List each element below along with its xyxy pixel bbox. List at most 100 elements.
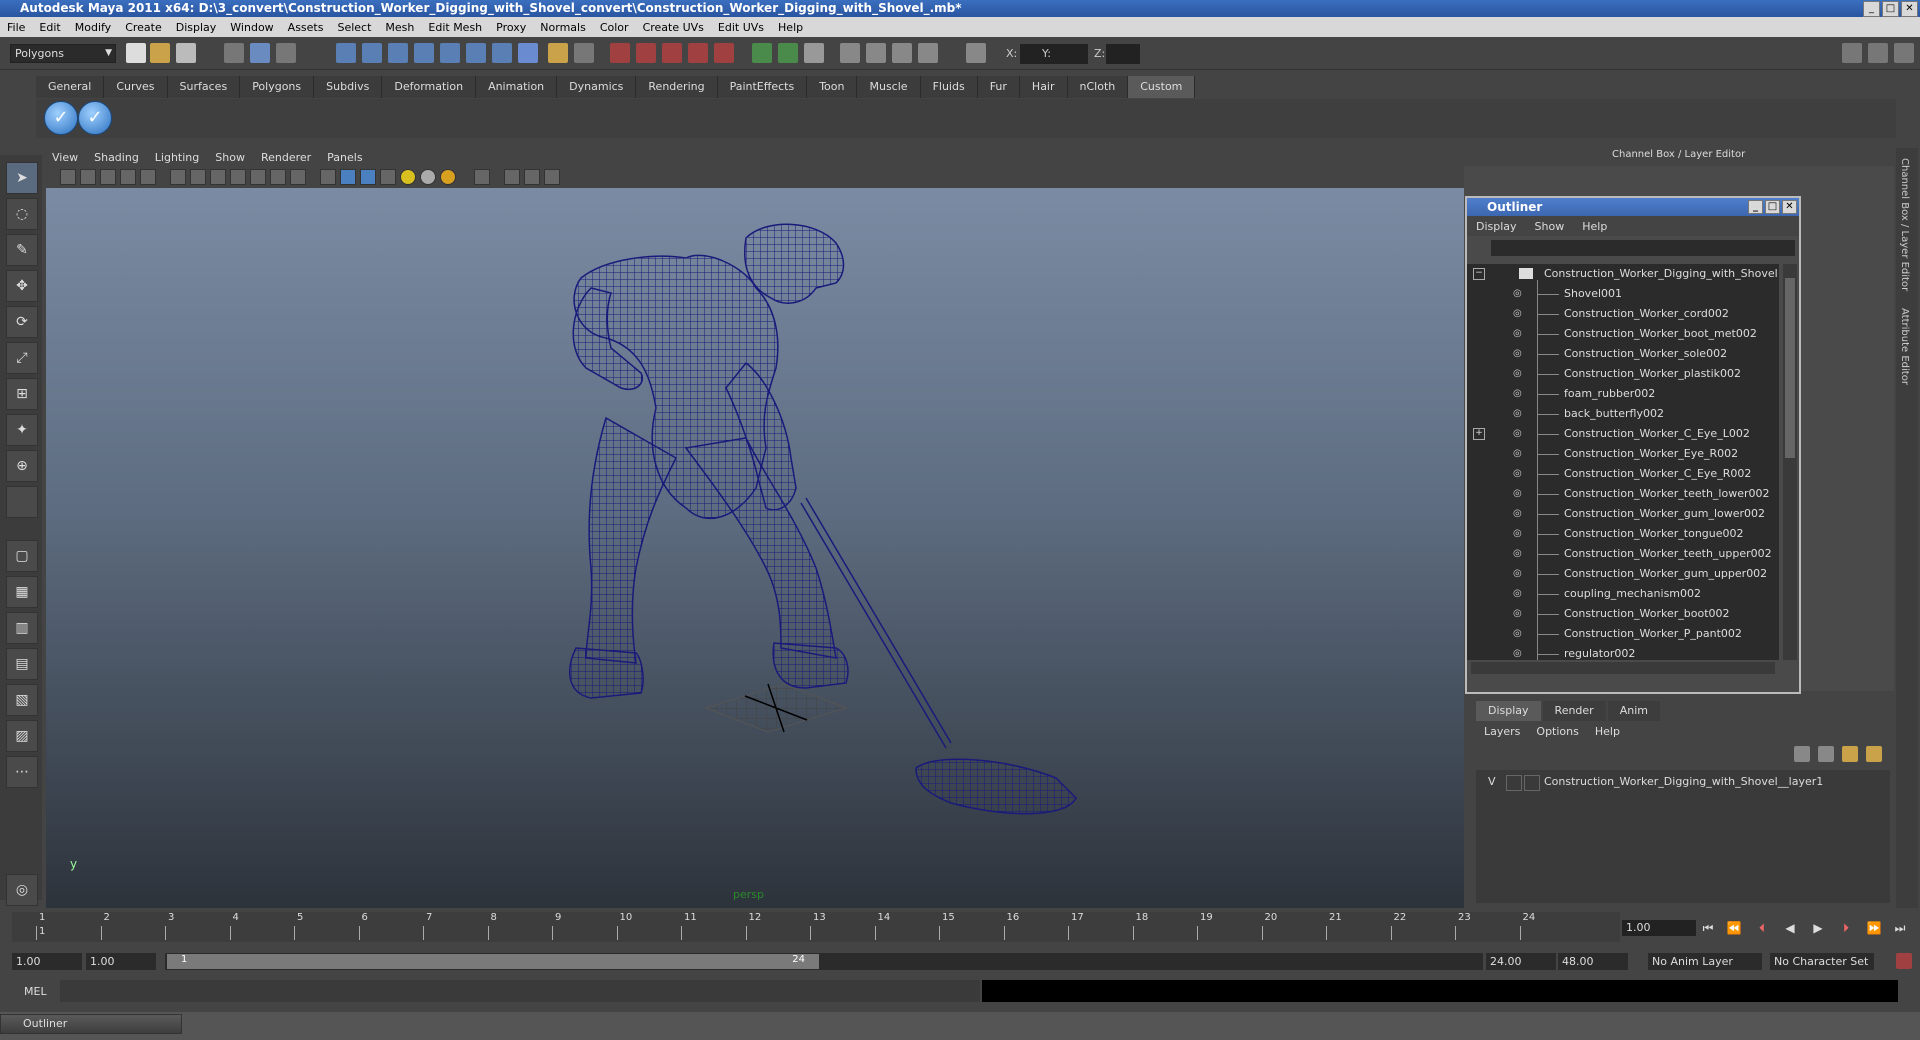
panel-icon[interactable] bbox=[918, 43, 938, 63]
four-pane-layout-icon[interactable]: ▦ bbox=[6, 576, 38, 608]
textured-icon[interactable] bbox=[380, 169, 396, 185]
snap-live-icon[interactable] bbox=[440, 43, 460, 63]
universal-manipulator-icon[interactable]: ⊞ bbox=[6, 378, 38, 410]
shelf-tab-fluids[interactable]: Fluids bbox=[920, 76, 978, 98]
shadows-icon[interactable] bbox=[420, 169, 436, 185]
list-item[interactable]: ◎ Construction_Worker_tongue002 bbox=[1467, 524, 1779, 544]
menu-set-dropdown[interactable]: Polygons ▼ bbox=[10, 44, 116, 63]
snap-view-plane-icon[interactable] bbox=[414, 43, 434, 63]
shelf-tab-ncloth[interactable]: nCloth bbox=[1067, 76, 1129, 98]
paint-select-tool-icon[interactable]: ✎ bbox=[6, 234, 38, 266]
layer-menu-help[interactable]: Help bbox=[1587, 725, 1628, 738]
render-settings-icon[interactable] bbox=[662, 43, 682, 63]
layer-row[interactable]: V Construction_Worker_Digging_with_Shove… bbox=[1478, 773, 1888, 791]
list-item[interactable]: ◎ Construction_Worker_plastik002 bbox=[1467, 364, 1779, 384]
layer-visibility-toggle[interactable]: V bbox=[1488, 773, 1496, 791]
menu-edit-mesh[interactable]: Edit Mesh bbox=[421, 21, 489, 34]
list-item[interactable]: ◎ Construction_Worker_P_pant002 bbox=[1467, 624, 1779, 644]
scrollbar-thumb[interactable] bbox=[1785, 278, 1795, 458]
outliner-minimize-button[interactable]: _ bbox=[1748, 200, 1763, 214]
perspective-viewport[interactable] bbox=[46, 188, 1464, 908]
shelf-tab-surfaces[interactable]: Surfaces bbox=[167, 76, 241, 98]
menu-window[interactable]: Window bbox=[223, 21, 280, 34]
outliner-menu-display[interactable]: Display bbox=[1467, 220, 1526, 233]
menu-create[interactable]: Create bbox=[118, 21, 169, 34]
graph-persp-layout-icon[interactable]: ▤ bbox=[6, 648, 38, 680]
playback-end-field[interactable]: 24.00 bbox=[1486, 953, 1556, 970]
snap-grid-icon[interactable] bbox=[336, 43, 356, 63]
y-field[interactable] bbox=[1054, 44, 1088, 64]
animation-start-field[interactable]: 1.00 bbox=[12, 953, 82, 970]
shelf-tab-general[interactable]: General bbox=[36, 76, 105, 98]
layer-color-swatch[interactable] bbox=[1524, 775, 1540, 791]
grease-pencil-icon[interactable] bbox=[140, 169, 156, 185]
shelf-tab-toon[interactable]: Toon bbox=[807, 76, 858, 98]
menu-select[interactable]: Select bbox=[330, 21, 378, 34]
viewport-menu-show[interactable]: Show bbox=[207, 151, 253, 164]
new-layer-icon[interactable] bbox=[1794, 746, 1810, 762]
shelf-tab-rendering[interactable]: Rendering bbox=[636, 76, 718, 98]
xray-joints-icon[interactable] bbox=[524, 169, 540, 185]
image-plane-icon[interactable] bbox=[120, 169, 136, 185]
step-back-key-icon[interactable]: ⏴ bbox=[1752, 920, 1772, 936]
list-item[interactable]: ◎ coupling_mechanism002 bbox=[1467, 584, 1779, 604]
layer-type-toggle[interactable] bbox=[1506, 775, 1522, 791]
close-button[interactable]: ✕ bbox=[1901, 1, 1918, 17]
list-item[interactable]: ◎ Construction_Worker_Eye_R002 bbox=[1467, 444, 1779, 464]
shelf-tab-custom[interactable]: Custom bbox=[1128, 76, 1196, 98]
select-hierarchy-icon[interactable] bbox=[224, 43, 244, 63]
shelf-tab-fur[interactable]: Fur bbox=[977, 76, 1020, 98]
snap-point-icon[interactable] bbox=[388, 43, 408, 63]
viewport-menu-renderer[interactable]: Renderer bbox=[253, 151, 319, 164]
expand-icon[interactable]: + bbox=[1473, 428, 1485, 440]
wireframe-on-shaded-icon[interactable] bbox=[360, 169, 376, 185]
save-scene-icon[interactable] bbox=[176, 43, 196, 63]
list-item[interactable]: ◎ regulator002 bbox=[1467, 644, 1779, 660]
command-language-label[interactable]: MEL bbox=[24, 985, 47, 998]
list-item[interactable]: ◎ Construction_Worker_teeth_lower002 bbox=[1467, 484, 1779, 504]
list-item[interactable]: ◎ Construction_Worker_boot002 bbox=[1467, 604, 1779, 624]
isolate-select-icon[interactable] bbox=[504, 169, 520, 185]
outliner-menu-help[interactable]: Help bbox=[1573, 220, 1616, 233]
show-channel-box-icon[interactable] bbox=[1842, 43, 1862, 63]
show-manipulator-icon[interactable]: ⊕ bbox=[6, 450, 38, 482]
gate-mask-icon[interactable] bbox=[230, 169, 246, 185]
shelf-tab-hair[interactable]: Hair bbox=[1019, 76, 1068, 98]
bookmark-icon[interactable] bbox=[100, 169, 116, 185]
side-tab-channel-box[interactable]: Channel Box / Layer Editor bbox=[1899, 158, 1910, 291]
snap-curve-icon[interactable] bbox=[362, 43, 382, 63]
shelf-tab-animation[interactable]: Animation bbox=[476, 76, 558, 98]
list-item[interactable]: + ◎ Construction_Worker_C_Eye_L002 bbox=[1467, 424, 1779, 444]
rotate-tool-icon[interactable]: ⟳ bbox=[6, 306, 38, 338]
command-input[interactable] bbox=[60, 980, 980, 1002]
menu-color[interactable]: Color bbox=[593, 21, 636, 34]
menu-normals[interactable]: Normals bbox=[533, 21, 593, 34]
viewport-menu-panels[interactable]: Panels bbox=[319, 151, 370, 164]
add-to-layer-icon[interactable] bbox=[1842, 746, 1858, 762]
animation-end-field[interactable]: 48.00 bbox=[1558, 953, 1628, 970]
auto-key-icon[interactable] bbox=[1896, 953, 1912, 969]
hypershade-persp-layout-icon[interactable]: ▧ bbox=[6, 684, 38, 716]
play-forwards-icon[interactable]: ▶ bbox=[1808, 920, 1828, 936]
menu-file[interactable]: File bbox=[0, 21, 32, 34]
tab-display[interactable]: Display bbox=[1476, 701, 1541, 721]
wireframe-icon[interactable] bbox=[320, 169, 336, 185]
scale-tool-icon[interactable]: ⤢ bbox=[6, 342, 38, 374]
shelf-tab-dynamics[interactable]: Dynamics bbox=[557, 76, 637, 98]
menu-proxy[interactable]: Proxy bbox=[489, 21, 533, 34]
menu-mesh[interactable]: Mesh bbox=[378, 21, 421, 34]
collapse-icon[interactable]: − bbox=[1473, 268, 1485, 280]
tab-anim[interactable]: Anim bbox=[1607, 701, 1660, 721]
shelf-tab-painteffects[interactable]: PaintEffects bbox=[717, 76, 808, 98]
playback-start-field[interactable]: 1.00 bbox=[86, 953, 156, 970]
checkmark-icon[interactable]: ✓ bbox=[44, 101, 78, 135]
outliner-vertical-scrollbar[interactable] bbox=[1783, 264, 1797, 660]
sidebar-toggle-icon[interactable] bbox=[804, 43, 824, 63]
shelf-tab-deformation[interactable]: Deformation bbox=[382, 76, 477, 98]
default-lighting-icon[interactable] bbox=[400, 169, 416, 185]
list-item[interactable]: ◎ Shovel001 bbox=[1467, 284, 1779, 304]
outliner-horizontal-scrollbar[interactable] bbox=[1471, 662, 1775, 674]
show-tool-settings-icon[interactable] bbox=[1894, 43, 1914, 63]
menu-create-uvs[interactable]: Create UVs bbox=[636, 21, 711, 34]
outliner-menu-show[interactable]: Show bbox=[1526, 220, 1574, 233]
